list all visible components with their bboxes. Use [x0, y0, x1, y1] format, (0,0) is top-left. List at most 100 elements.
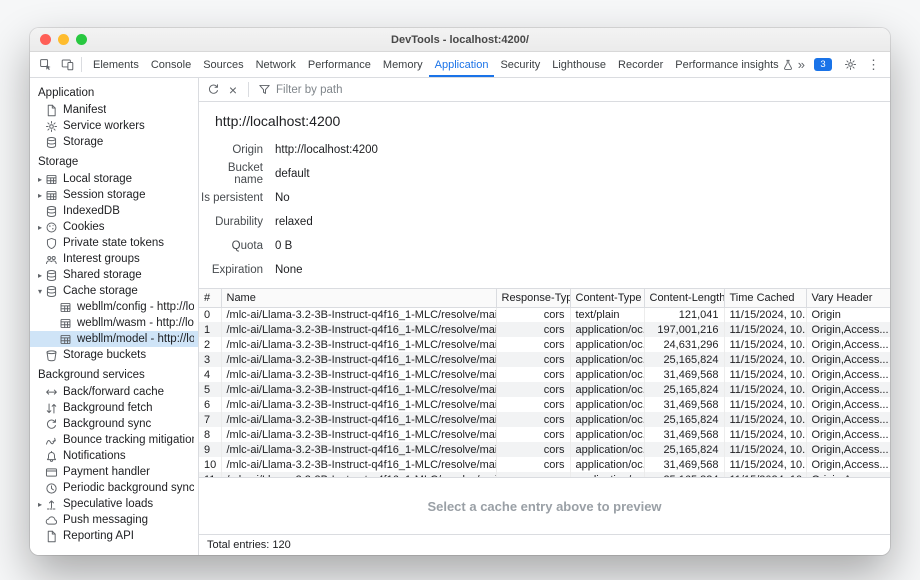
- db-icon: [45, 269, 58, 282]
- sidebar-item-storage-buckets[interactable]: Storage buckets: [30, 347, 198, 363]
- cache-entry-row-4[interactable]: 4/mlc-ai/Llama-3.2-3B-Instruct-q4f16_1-M…: [199, 367, 890, 382]
- tab-memory[interactable]: Memory: [377, 52, 429, 77]
- sidebar-item-reporting-api[interactable]: Reporting API: [30, 528, 198, 544]
- console-messages-badge[interactable]: 3: [814, 58, 832, 71]
- sidebar-item-private-state-tokens[interactable]: Private state tokens: [30, 235, 198, 251]
- toolbar-right-controls: » 3 ⋮: [793, 54, 886, 76]
- sidebar-item-interest-groups[interactable]: Interest groups: [30, 251, 198, 267]
- column-header-name[interactable]: Name: [221, 289, 496, 307]
- sidebar-item-local-storage[interactable]: ▸Local storage: [30, 171, 198, 187]
- cache-entry-row-3[interactable]: 3/mlc-ai/Llama-3.2-3B-Instruct-q4f16_1-M…: [199, 352, 890, 367]
- kebab-menu-icon[interactable]: ⋮: [861, 57, 886, 73]
- column-header-response-type[interactable]: Response-Type: [496, 289, 570, 307]
- titlebar[interactable]: DevTools - localhost:4200/: [30, 28, 890, 52]
- cell: Origin,Access...: [806, 337, 890, 352]
- minimize-window-button[interactable]: [58, 34, 69, 45]
- tab-label: Lighthouse: [552, 59, 606, 71]
- zoom-window-button[interactable]: [76, 34, 87, 45]
- cache-entry-row-5[interactable]: 5/mlc-ai/Llama-3.2-3B-Instruct-q4f16_1-M…: [199, 382, 890, 397]
- metadata-row-origin: Originhttp://localhost:4200: [199, 138, 890, 162]
- cell: 11/15/2024, 10...: [724, 307, 806, 322]
- sidebar-item-manifest[interactable]: Manifest: [30, 102, 198, 118]
- metadata-row-expiration: ExpirationNone: [199, 258, 890, 282]
- token-icon: [45, 237, 58, 250]
- sidebar-item-speculative-loads[interactable]: ▸Speculative loads: [30, 496, 198, 512]
- sidebar-item-back-forward-cache[interactable]: Back/forward cache: [30, 384, 198, 400]
- column-header-content-type[interactable]: Content-Type: [570, 289, 644, 307]
- disclosure-right-icon[interactable]: ▸: [35, 271, 45, 280]
- sidebar-item-background-sync[interactable]: Background sync: [30, 416, 198, 432]
- column-header-time-cached[interactable]: Time Cached: [724, 289, 806, 307]
- cell: cors: [496, 457, 570, 472]
- cache-entry-row-9[interactable]: 9/mlc-ai/Llama-3.2-3B-Instruct-q4f16_1-M…: [199, 442, 890, 457]
- cell: Origin,Access...: [806, 367, 890, 382]
- window-title: DevTools - localhost:4200/: [30, 34, 890, 46]
- cache-entry-row-6[interactable]: 6/mlc-ai/Llama-3.2-3B-Instruct-q4f16_1-M…: [199, 397, 890, 412]
- tab-elements[interactable]: Elements: [87, 52, 145, 77]
- sidebar-item-service-workers[interactable]: Service workers: [30, 118, 198, 134]
- sidebar-item-payment-handler[interactable]: Payment handler: [30, 464, 198, 480]
- tab-label: Memory: [383, 59, 423, 71]
- tab-lighthouse[interactable]: Lighthouse: [546, 52, 612, 77]
- metadata-row-is-persistent: Is persistentNo: [199, 186, 890, 210]
- cell: Origin,Access...: [806, 457, 890, 472]
- settings-button[interactable]: [839, 54, 861, 76]
- sidebar-item-label: Private state tokens: [63, 237, 164, 249]
- cell: 1: [199, 322, 221, 337]
- disclosure-down-icon[interactable]: ▾: [35, 287, 45, 296]
- refresh-button[interactable]: [205, 82, 221, 98]
- cache-entry-row-2[interactable]: 2/mlc-ai/Llama-3.2-3B-Instruct-q4f16_1-M…: [199, 337, 890, 352]
- inspect-element-button[interactable]: [34, 54, 56, 76]
- devtools-content: ApplicationManifestService workersStorag…: [30, 78, 890, 555]
- disclosure-right-icon[interactable]: ▸: [35, 191, 45, 200]
- cache-entry-row-7[interactable]: 7/mlc-ai/Llama-3.2-3B-Instruct-q4f16_1-M…: [199, 412, 890, 427]
- tab-console[interactable]: Console: [145, 52, 197, 77]
- sidebar-item-periodic-background-sync[interactable]: Periodic background sync: [30, 480, 198, 496]
- doc-icon: [45, 104, 58, 117]
- disclosure-right-icon[interactable]: ▸: [35, 223, 45, 232]
- column-header-vary-header[interactable]: Vary Header: [806, 289, 890, 307]
- tab-application[interactable]: Application: [429, 52, 495, 77]
- cache-entry-row-0[interactable]: 0/mlc-ai/Llama-3.2-3B-Instruct-q4f16_1-M…: [199, 307, 890, 322]
- funnel-icon: [258, 83, 271, 96]
- tab-security[interactable]: Security: [494, 52, 546, 77]
- tab-sources[interactable]: Sources: [197, 52, 249, 77]
- tab-label: Elements: [93, 59, 139, 71]
- sidebar-item-webllm-wasm-http-loca[interactable]: webllm/wasm - http://loca...: [30, 315, 198, 331]
- tab-performance-insights[interactable]: Performance insights: [669, 52, 792, 77]
- cell: /mlc-ai/Llama-3.2-3B-Instruct-q4f16_1-ML…: [221, 397, 496, 412]
- column-header-content-length[interactable]: Content-Length: [644, 289, 724, 307]
- sidebar-item-storage[interactable]: Storage: [30, 134, 198, 150]
- more-tabs-chevron-icon[interactable]: »: [793, 57, 810, 72]
- sidebar-item-notifications[interactable]: Notifications: [30, 448, 198, 464]
- cache-entry-row-10[interactable]: 10/mlc-ai/Llama-3.2-3B-Instruct-q4f16_1-…: [199, 457, 890, 472]
- metadata-label: Durability: [199, 216, 263, 228]
- sidebar-item-cookies[interactable]: ▸Cookies: [30, 219, 198, 235]
- tab-network[interactable]: Network: [250, 52, 302, 77]
- close-window-button[interactable]: [40, 34, 51, 45]
- device-toolbar-button[interactable]: [56, 54, 78, 76]
- sidebar-item-push-messaging[interactable]: Push messaging: [30, 512, 198, 528]
- metadata-value: No: [275, 192, 290, 204]
- cell: application/oc...: [570, 457, 644, 472]
- cache-entry-row-8[interactable]: 8/mlc-ai/Llama-3.2-3B-Instruct-q4f16_1-M…: [199, 427, 890, 442]
- delete-selected-button[interactable]: ×: [225, 82, 241, 98]
- filter-by-path-input[interactable]: [276, 84, 884, 96]
- sidebar-item-webllm-config-http-loc[interactable]: webllm/config - http://loc...: [30, 299, 198, 315]
- disclosure-right-icon[interactable]: ▸: [35, 500, 45, 509]
- disclosure-right-icon[interactable]: ▸: [35, 175, 45, 184]
- column-header-index[interactable]: #: [199, 289, 221, 307]
- sidebar-item-shared-storage[interactable]: ▸Shared storage: [30, 267, 198, 283]
- sidebar-item-background-fetch[interactable]: Background fetch: [30, 400, 198, 416]
- sidebar-item-indexeddb[interactable]: IndexedDB: [30, 203, 198, 219]
- cache-entry-row-1[interactable]: 1/mlc-ai/Llama-3.2-3B-Instruct-q4f16_1-M…: [199, 322, 890, 337]
- fetch-icon: [45, 402, 58, 415]
- tab-performance[interactable]: Performance: [302, 52, 377, 77]
- sidebar-item-bounce-tracking-mitigations[interactable]: Bounce tracking mitigations: [30, 432, 198, 448]
- tab-recorder[interactable]: Recorder: [612, 52, 669, 77]
- sidebar-item-webllm-model-http-loc[interactable]: webllm/model - http://loc...: [30, 331, 198, 347]
- cache-entries-table-wrap[interactable]: #NameResponse-TypeContent-TypeContent-Le…: [199, 288, 890, 478]
- cell: cors: [496, 427, 570, 442]
- sidebar-item-session-storage[interactable]: ▸Session storage: [30, 187, 198, 203]
- sidebar-item-cache-storage[interactable]: ▾Cache storage: [30, 283, 198, 299]
